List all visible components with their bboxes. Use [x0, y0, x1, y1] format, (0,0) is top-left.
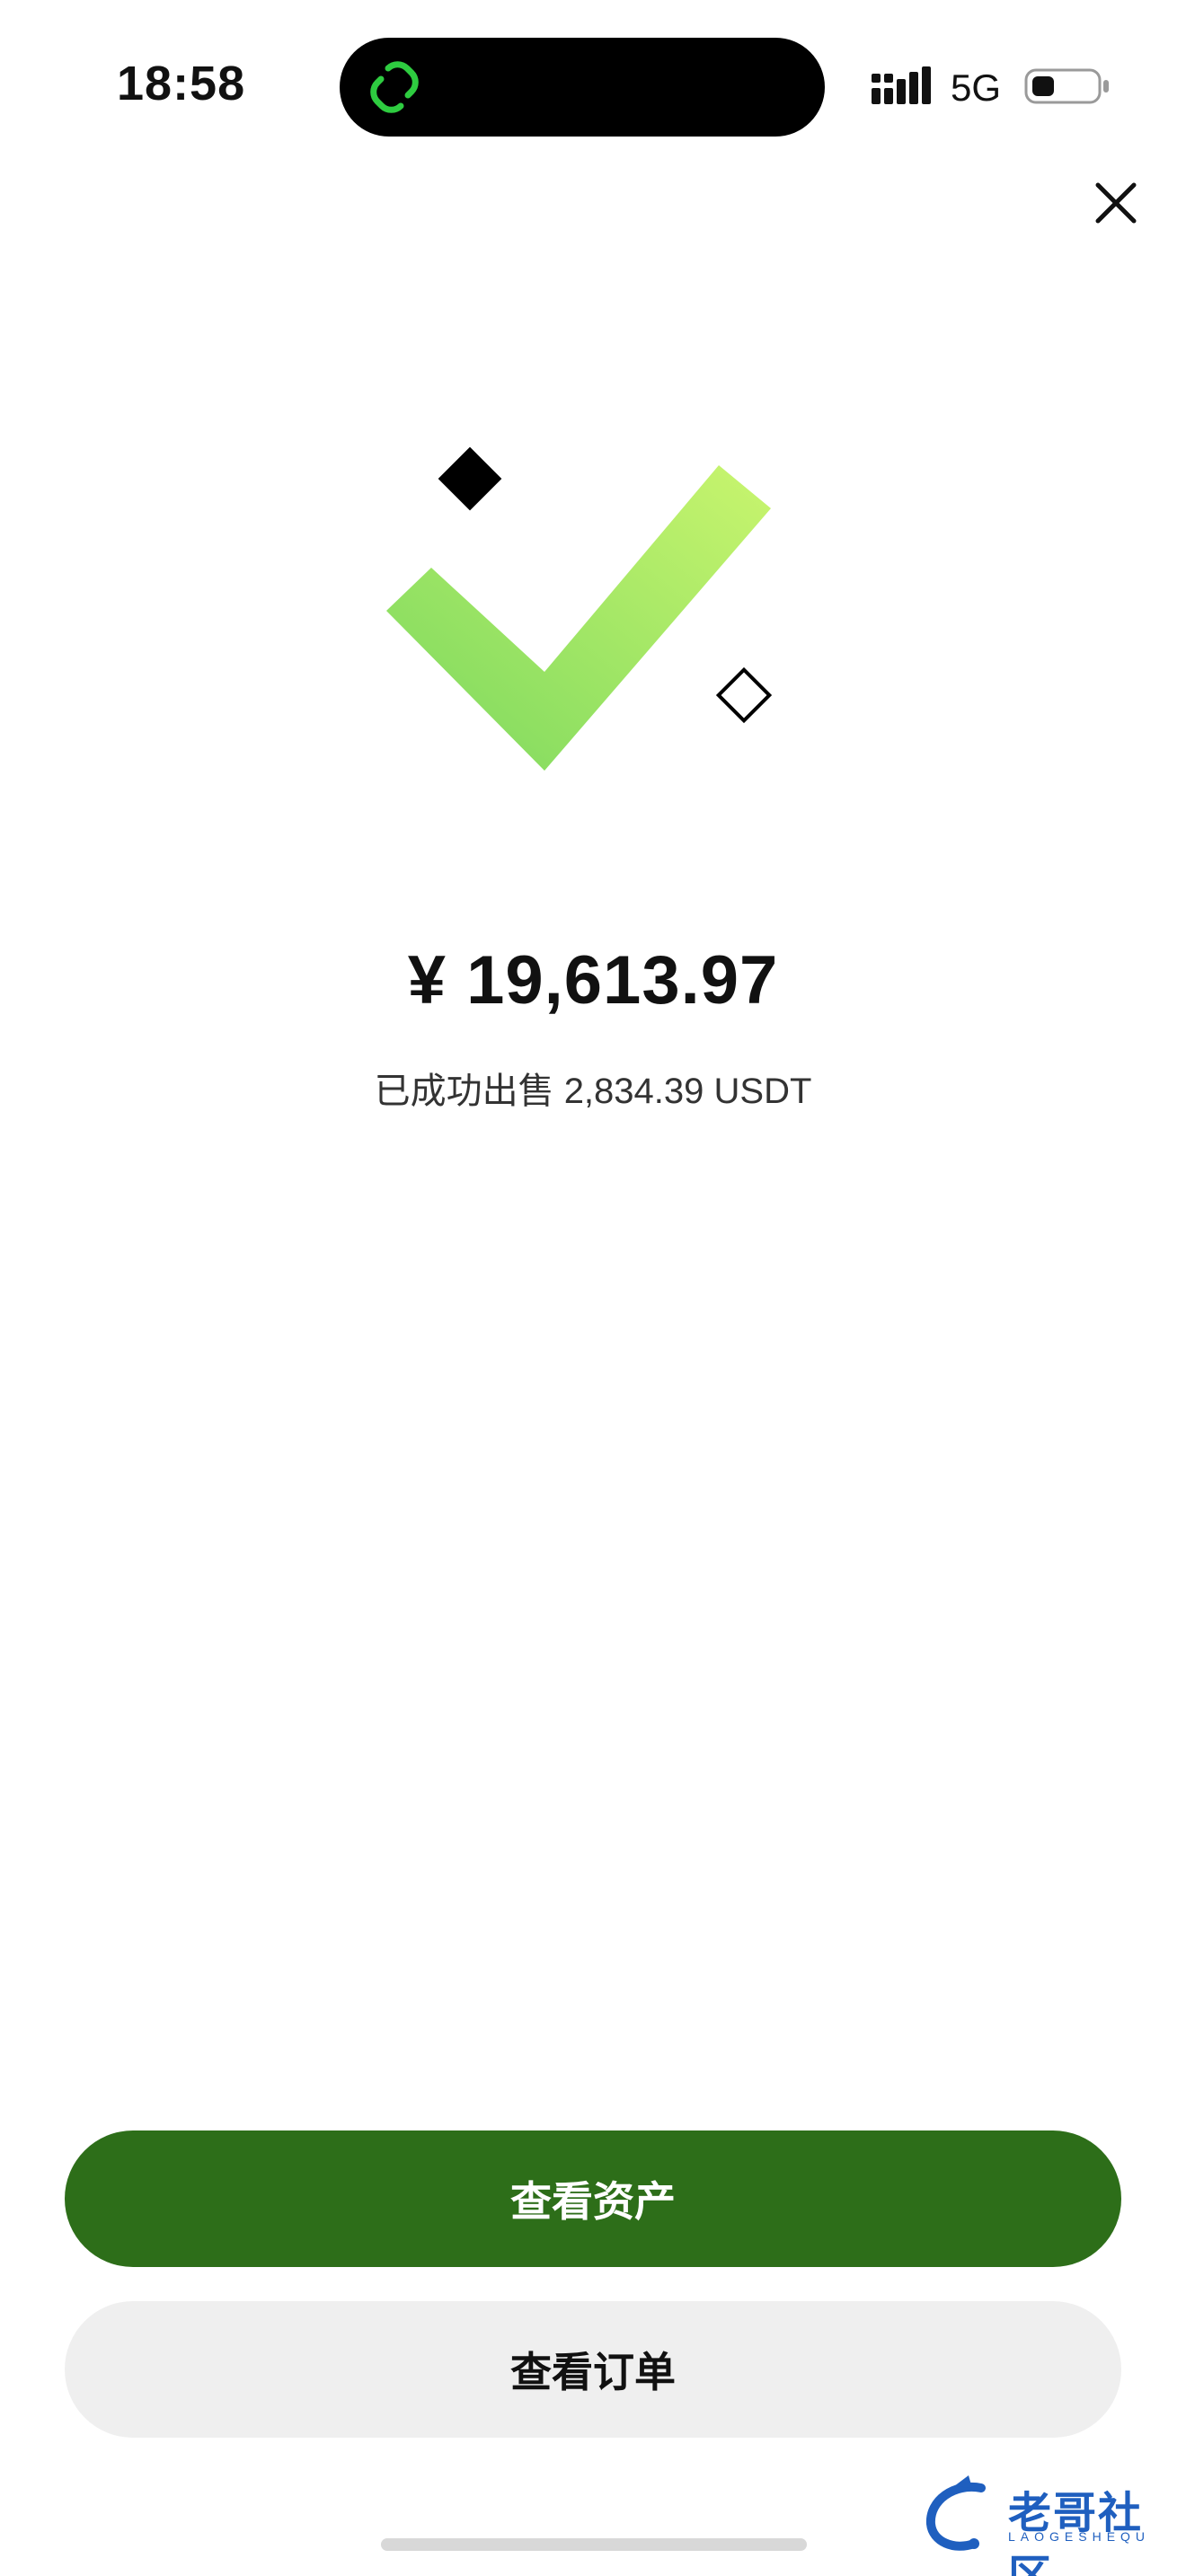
- view-orders-label: 查看订单: [510, 2349, 676, 2395]
- status-time: 18:58: [117, 57, 246, 110]
- battery-icon: [1024, 68, 1109, 104]
- watermark-subtext: LAOGESHEQU: [1008, 2529, 1151, 2544]
- sale-amount: ¥ 19,613.97: [407, 942, 779, 1019]
- filled-diamond-icon: [438, 446, 502, 511]
- success-checkmark-graphic: [386, 446, 773, 771]
- app-screen: 18:58 5G ¥ 19,613.97 已成功出售 2,834.39 USDT…: [0, 0, 1186, 2576]
- dynamic-island: [340, 38, 825, 137]
- view-assets-label: 查看资产: [510, 2178, 676, 2225]
- sale-message: 已成功出售 2,834.39 USDT: [374, 1072, 812, 1111]
- checkmark-icon: [386, 465, 771, 771]
- view-orders-button[interactable]: 查看订单: [65, 2301, 1121, 2438]
- watermark-text: 老哥社区: [1008, 2490, 1144, 2576]
- view-assets-button[interactable]: 查看资产: [65, 2130, 1121, 2267]
- network-type: 5G: [951, 66, 1002, 109]
- watermark-logo: 老哥社区 LAOGESHEQU: [918, 2470, 1175, 2576]
- dragon-logo-icon: [925, 2475, 986, 2551]
- close-icon[interactable]: [1089, 176, 1143, 230]
- signal-icon: [872, 66, 931, 104]
- outline-diamond-icon: [715, 666, 773, 724]
- link-app-icon: [370, 61, 419, 113]
- home-indicator[interactable]: [381, 2538, 807, 2551]
